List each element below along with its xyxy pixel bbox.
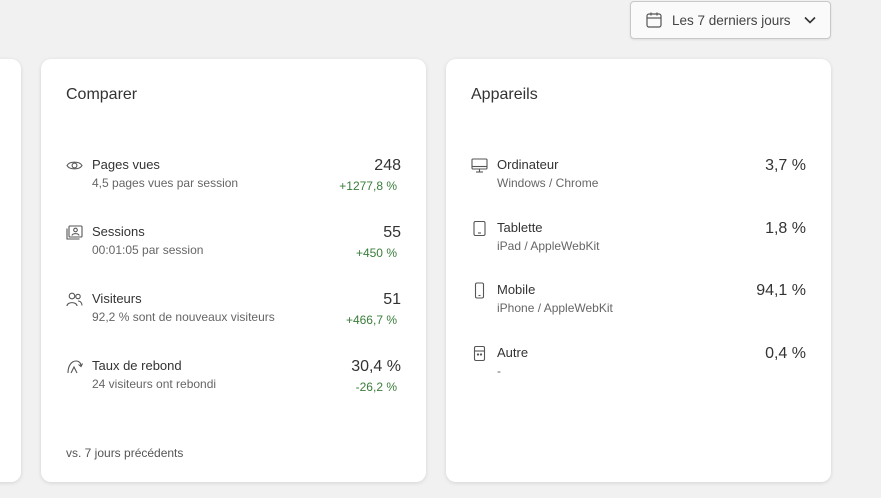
compare-footer-note: vs. 7 jours précédents (66, 446, 184, 460)
compare-row-value: 30,4 % (351, 358, 401, 375)
device-row-name: Mobile (497, 282, 536, 297)
session-icon (66, 224, 83, 241)
compare-card: Comparer Pages vues 4,5 pages vues par s… (41, 59, 426, 482)
compare-row-name: Taux de rebond (92, 358, 182, 373)
device-row-name: Autre (497, 345, 529, 360)
other-device-icon (471, 345, 488, 362)
device-row-mobile: Mobile iPhone / AppleWebKit 94,1 % (471, 282, 806, 327)
device-row-value: 94,1 % (756, 282, 806, 299)
compare-row-delta: +450 % (355, 246, 397, 260)
bounce-icon (66, 358, 83, 375)
compare-row-sessions: Sessions 00:01:05 par session 55 +450 % (66, 224, 401, 269)
device-row-value: 0,4 % (765, 345, 806, 362)
tablet-icon (471, 220, 488, 237)
date-range-dropdown[interactable]: Les 7 derniers jours (630, 1, 831, 39)
compare-row-sub: 4,5 pages vues par session (92, 176, 239, 190)
compare-row-delta: +466,7 % (345, 313, 397, 327)
partial-card-left (0, 59, 21, 482)
compare-row-value: 55 (383, 224, 401, 241)
device-row-name: Ordinateur (497, 157, 559, 172)
compare-row-name: Pages vues (92, 157, 160, 172)
compare-row-bounce-rate: Taux de rebond 24 visiteurs ont rebondi … (66, 358, 401, 403)
devices-title: Appareils (471, 86, 538, 103)
device-row-value: 3,7 % (765, 157, 806, 174)
desktop-icon (471, 157, 488, 174)
device-row-sub: - (497, 364, 501, 378)
compare-row-delta: -26,2 % (355, 380, 397, 394)
compare-title: Comparer (66, 86, 138, 103)
device-row-sub: iPhone / AppleWebKit (497, 301, 613, 315)
users-icon (66, 291, 83, 308)
compare-row-visitors: Visiteurs 92,2 % sont de nouveaux visite… (66, 291, 401, 336)
device-row-name: Tablette (497, 220, 543, 235)
compare-row-delta: +1277,8 % (339, 179, 397, 193)
compare-row-sub: 92,2 % sont de nouveaux visiteurs (92, 310, 275, 324)
device-row-value: 1,8 % (765, 220, 806, 237)
compare-row-value: 51 (383, 291, 401, 308)
device-row-sub: iPad / AppleWebKit (497, 239, 600, 253)
chevron-down-icon (802, 12, 818, 28)
compare-row-page-views: Pages vues 4,5 pages vues par session 24… (66, 157, 401, 202)
device-row-other: Autre - 0,4 % (471, 345, 806, 390)
device-row-tablet: Tablette iPad / AppleWebKit 1,8 % (471, 220, 806, 265)
devices-card: Appareils Ordinateur Windows / Chrome 3,… (446, 59, 831, 482)
device-row-sub: Windows / Chrome (497, 176, 599, 190)
device-row-desktop: Ordinateur Windows / Chrome 3,7 % (471, 157, 806, 202)
compare-row-sub: 00:01:05 par session (92, 243, 204, 257)
compare-row-name: Sessions (92, 224, 145, 239)
compare-row-value: 248 (374, 157, 401, 174)
date-range-label: Les 7 derniers jours (672, 12, 791, 28)
calendar-icon (645, 11, 663, 29)
eye-icon (66, 157, 83, 174)
compare-row-name: Visiteurs (92, 291, 142, 306)
mobile-icon (471, 282, 488, 299)
compare-row-sub: 24 visiteurs ont rebondi (92, 377, 217, 391)
